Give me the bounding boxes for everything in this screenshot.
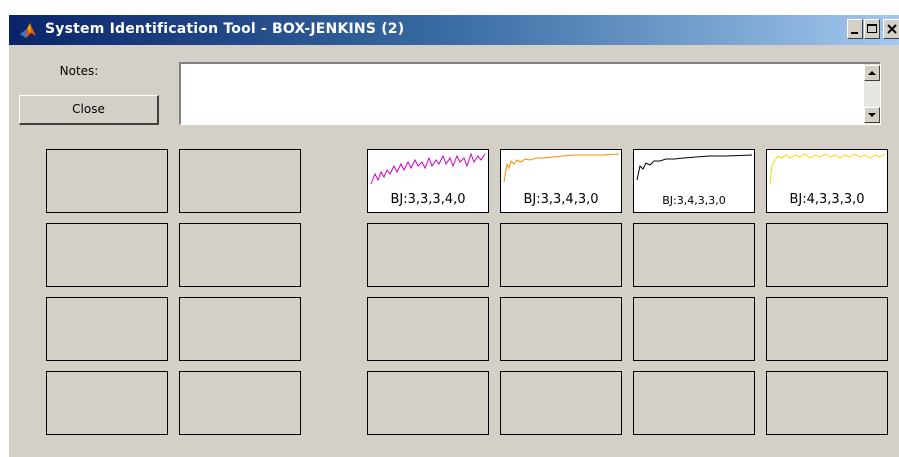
model-slot-empty[interactable] [633,371,755,435]
model-slot-empty[interactable] [500,297,622,361]
model-slot-bj-43330[interactable]: BJ:4,3,3,3,0 [766,149,888,213]
model-slot-empty[interactable] [179,223,301,287]
model-slot-bj-33340[interactable]: BJ:3,3,3,4,0 [367,149,489,213]
model-slot-empty[interactable] [367,297,489,361]
model-thumbnail-plot [636,154,753,181]
minimize-button[interactable] [847,19,863,39]
model-slot-empty[interactable] [367,223,489,287]
notes-scrollbar[interactable] [864,64,880,124]
window-title: System Identification Tool - BOX-JENKINS… [45,21,405,37]
window-close-button[interactable] [883,19,899,39]
model-thumbnail-plot [370,152,486,185]
model-slot-empty[interactable] [46,223,168,287]
minimize-icon [851,32,858,34]
model-slot-empty[interactable] [500,223,622,287]
model-slot-empty[interactable] [179,297,301,361]
model-slot-empty[interactable] [46,297,168,361]
notes-label: Notes: [59,64,99,78]
model-slot-empty[interactable] [367,371,489,435]
model-label: BJ:3,3,4,3,0 [523,192,599,207]
model-thumbnail-plot [769,153,886,185]
notes-textarea[interactable] [179,62,881,125]
model-slot-bj-34330[interactable]: BJ:3,4,3,3,0 [633,149,755,213]
model-label: BJ:3,4,3,3,0 [662,194,726,207]
model-label: BJ:4,3,3,3,0 [789,192,865,207]
model-slot-bj-33430[interactable]: BJ:3,3,4,3,0 [500,149,622,213]
close-icon [887,24,897,34]
arrow-down-icon [868,113,876,117]
model-slot-empty[interactable] [179,149,301,213]
model-thumbnail-plot [503,153,620,183]
model-slot-empty[interactable] [179,371,301,435]
maximize-button[interactable] [864,19,880,39]
model-slot-empty[interactable] [46,149,168,213]
model-slot-empty[interactable] [766,371,888,435]
scroll-up-button[interactable] [864,65,880,81]
model-slot-empty[interactable] [766,297,888,361]
model-slot-empty[interactable] [633,297,755,361]
model-slot-empty[interactable] [46,371,168,435]
matlab-logo-icon [20,23,36,38]
model-slot-empty[interactable] [633,223,755,287]
model-label: BJ:3,3,3,4,0 [390,192,466,207]
system-identification-window: System Identification Tool - BOX-JENKINS… [8,14,899,457]
scroll-down-button[interactable] [864,107,880,123]
model-slot-empty[interactable] [766,223,888,287]
maximize-icon [867,24,877,33]
arrow-up-icon [868,71,876,75]
model-slot-empty[interactable] [500,371,622,435]
title-bar[interactable]: System Identification Tool - BOX-JENKINS… [9,15,899,45]
close-button[interactable]: Close [19,95,159,125]
